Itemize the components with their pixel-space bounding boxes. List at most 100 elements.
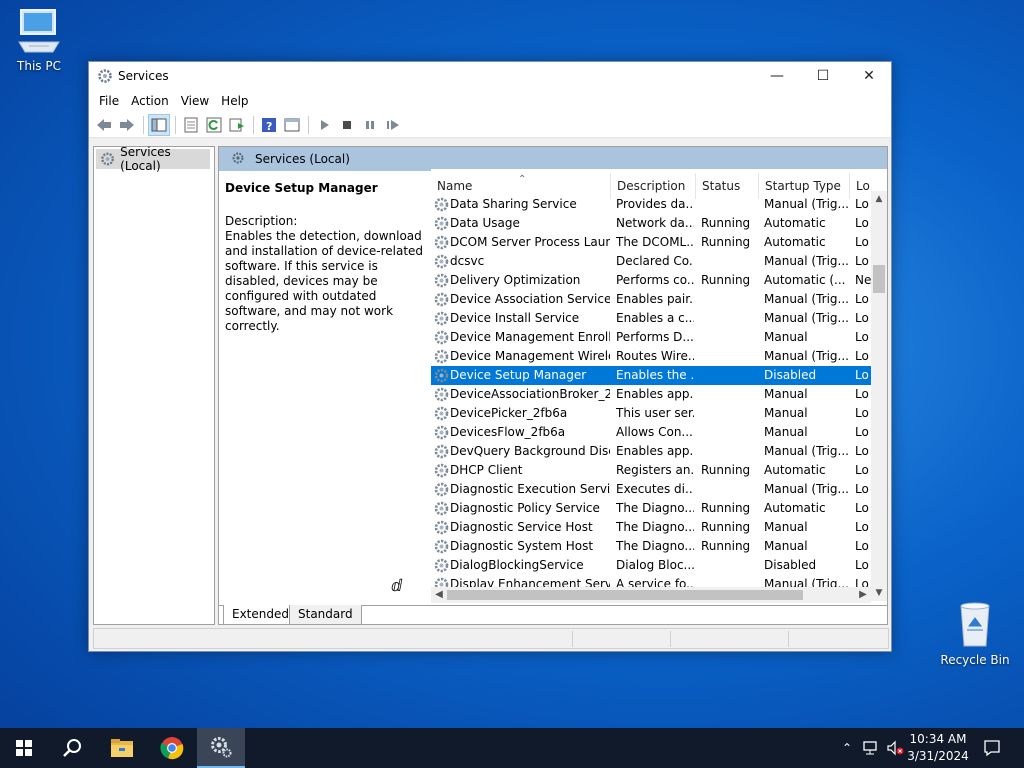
cell-startup: Manual (Trig... — [764, 482, 849, 496]
file-explorer-taskbar-button[interactable] — [98, 728, 146, 768]
horizontal-scroll-thumb[interactable] — [447, 590, 803, 600]
title-bar[interactable]: Services — ☐ ✕ — [89, 62, 891, 90]
chrome-taskbar-button[interactable] — [148, 728, 196, 768]
scroll-down-icon[interactable]: ▼ — [871, 585, 887, 601]
window-title: Services — [118, 69, 169, 83]
cell-startup: Manual (Trig... — [764, 197, 849, 211]
tab-standard[interactable]: Standard — [289, 605, 362, 624]
cell-startup: Manual — [764, 387, 808, 401]
menu-view[interactable]: View — [175, 94, 215, 108]
table-row[interactable]: DevicesFlow_2fb6a Allows Con... Manual Lo — [431, 423, 871, 442]
show-hide-action-pane-button[interactable] — [281, 114, 303, 136]
cell-desc: Performs D... — [616, 330, 694, 344]
menu-file[interactable]: File — [93, 94, 125, 108]
table-row[interactable]: DeviceAssociationBroker_2f... Enables app… — [431, 385, 871, 404]
search-button[interactable] — [48, 728, 96, 768]
cell-logon: Lo — [855, 235, 869, 249]
cell-desc: Declared Co... — [616, 254, 694, 268]
table-row[interactable]: Data Sharing Service Provides da... Manual… — [431, 195, 871, 214]
cell-name: Display Enhancement Service — [450, 577, 610, 587]
cell-status — [701, 423, 759, 442]
table-row[interactable]: DCOM Server Process Laun... The DCOML... R… — [431, 233, 871, 252]
table-row[interactable]: Diagnostic System Host The Diagno... Runni… — [431, 537, 871, 556]
vertical-scrollbar[interactable]: ▲ ▼ — [871, 191, 887, 601]
table-row[interactable]: Data Usage Network da... Running Automatic L… — [431, 214, 871, 233]
table-row[interactable]: DevQuery Background Disc... Enables app..… — [431, 442, 871, 461]
minimize-button[interactable]: — — [754, 62, 800, 90]
table-row[interactable]: DevicePicker_2fb6a This user ser... Manual… — [431, 404, 871, 423]
table-row[interactable]: Display Enhancement Service A service fo.… — [431, 575, 871, 587]
cell-startup: Disabled — [764, 368, 817, 382]
scroll-left-icon[interactable]: ◀ — [431, 587, 447, 603]
forward-button[interactable] — [116, 114, 138, 136]
table-row[interactable]: DHCP Client Registers an... Running Automat… — [431, 461, 871, 480]
refresh-button[interactable] — [203, 114, 225, 136]
notifications-button[interactable] — [980, 728, 1004, 768]
network-tray-button[interactable] — [860, 728, 882, 768]
cell-desc: Executes di... — [616, 482, 694, 496]
cell-status — [701, 556, 759, 575]
cell-startup: Manual (Trig... — [764, 254, 849, 268]
cell-startup: Disabled — [764, 558, 817, 572]
cell-status — [701, 309, 759, 328]
close-button[interactable]: ✕ — [846, 62, 892, 90]
clock-date: 3/31/2024 — [907, 749, 969, 763]
vertical-scroll-thumb[interactable] — [873, 265, 885, 293]
cell-name: DevicePicker_2fb6a — [450, 406, 568, 420]
tab-extended[interactable]: Extended — [223, 605, 298, 624]
cell-desc: Performs co... — [616, 273, 694, 287]
menu-action[interactable]: Action — [125, 94, 175, 108]
cell-startup: Automatic — [764, 235, 826, 249]
cell-startup: Manual — [764, 425, 808, 439]
table-row[interactable]: Diagnostic Execution Service Executes di.… — [431, 480, 871, 499]
pane-header: Services (Local) — [219, 147, 887, 171]
stop-service-button[interactable] — [336, 114, 358, 136]
restart-service-button[interactable] — [382, 114, 404, 136]
cell-name: DialogBlockingService — [450, 558, 584, 572]
recycle-bin-icon — [960, 602, 990, 647]
service-gear-icon — [434, 482, 449, 497]
table-row[interactable]: Diagnostic Policy Service The Diagno... Ru… — [431, 499, 871, 518]
menu-help[interactable]: Help — [215, 94, 254, 108]
horizontal-scrollbar[interactable]: ◀ ▶ — [431, 587, 871, 603]
cell-name: Device Management Wirele... — [450, 349, 610, 363]
table-row[interactable]: Device Management Wirele... Routes Wire..… — [431, 347, 871, 366]
cell-logon: Ne — [855, 273, 871, 287]
show-hidden-icons-button[interactable]: ⌃ — [838, 728, 856, 768]
cell-status — [701, 347, 759, 366]
back-button[interactable] — [93, 114, 115, 136]
recycle-bin-desktop-icon[interactable]: Recycle Bin — [937, 600, 1013, 667]
table-row[interactable]: dcsvc Declared Co... Manual (Trig... Lo — [431, 252, 871, 271]
table-row[interactable]: Device Management Enroll... Performs D...… — [431, 328, 871, 347]
cell-logon: Lo — [855, 520, 869, 534]
table-row[interactable]: DialogBlockingService Dialog Bloc... Disab… — [431, 556, 871, 575]
properties-button[interactable] — [180, 114, 202, 136]
volume-tray-button[interactable] — [884, 728, 906, 768]
start-button[interactable] — [0, 728, 48, 768]
services-gear-icon — [211, 737, 232, 758]
status-bar-divider — [670, 631, 671, 647]
export-list-button[interactable] — [226, 114, 248, 136]
cell-logon: Lo — [855, 577, 869, 587]
cell-name: DevQuery Background Disc... — [450, 444, 610, 458]
table-row[interactable]: Delivery Optimization Performs co... Runni… — [431, 271, 871, 290]
scroll-right-icon[interactable]: ▶ — [855, 587, 871, 603]
this-pc-desktop-icon[interactable]: This PC — [1, 8, 77, 73]
cell-startup: Manual — [764, 406, 808, 420]
pause-service-button[interactable] — [359, 114, 381, 136]
show-hide-console-tree-button[interactable] — [148, 113, 170, 136]
start-service-button[interactable] — [313, 114, 335, 136]
table-row[interactable]: Device Install Service Enables a c... Manu… — [431, 309, 871, 328]
cell-logon: Lo — [855, 501, 869, 515]
table-row[interactable]: Device Association Service Enables pair..… — [431, 290, 871, 309]
cell-status — [701, 404, 759, 423]
maximize-button[interactable]: ☐ — [800, 62, 846, 90]
help-button[interactable]: ? — [258, 114, 280, 136]
scroll-up-icon[interactable]: ▲ — [871, 191, 887, 207]
table-row[interactable]: Diagnostic Service Host The Diagno... Runn… — [431, 518, 871, 537]
taskbar-clock[interactable]: 10:34 AM 3/31/2024 — [904, 731, 972, 765]
tree-item-services-local[interactable]: Services (Local) — [96, 145, 210, 173]
services-taskbar-button[interactable] — [197, 728, 245, 768]
table-row[interactable]: Device Setup Manager Enables the ... Disab… — [431, 366, 871, 385]
service-gear-icon — [434, 425, 449, 440]
